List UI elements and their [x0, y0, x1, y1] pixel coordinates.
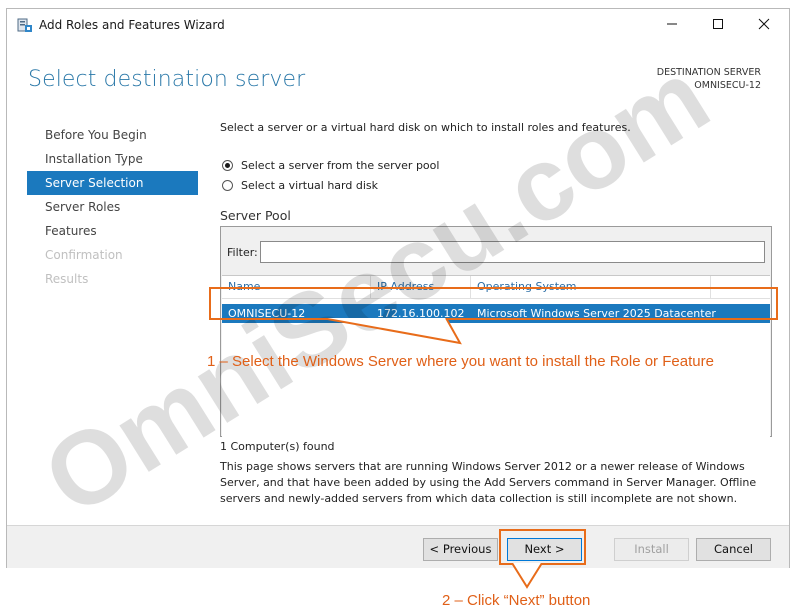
- close-icon: [758, 15, 770, 34]
- title-bar[interactable]: Add Roles and Features Wizard: [7, 9, 789, 41]
- filter-label: Filter:: [227, 246, 258, 259]
- destination-server-value: OMNISECU-12: [694, 80, 761, 91]
- nav-item-installation-type[interactable]: Installation Type: [27, 147, 198, 171]
- destination-server-label: DESTINATION SERVER: [656, 67, 761, 78]
- cancel-button[interactable]: Cancel: [696, 538, 771, 561]
- next-button[interactable]: Next >: [507, 538, 582, 561]
- grid-header: Name IP Address Operating System: [222, 276, 770, 299]
- close-button[interactable]: [741, 9, 787, 40]
- radio-unchecked-icon: [222, 179, 233, 191]
- description-text: This page shows servers that are running…: [220, 460, 757, 505]
- wizard-window: Add Roles and Features Wizard Select des…: [6, 8, 790, 568]
- window-title: Add Roles and Features Wizard: [39, 18, 225, 32]
- nav-item-features[interactable]: Features: [27, 219, 198, 243]
- column-header-ip-address[interactable]: IP Address: [371, 276, 471, 298]
- cell-ip-address: 172.16.100.102: [377, 307, 465, 320]
- radio-server-pool[interactable]: Select a server from the server pool: [222, 157, 439, 173]
- destination-server-info: DESTINATION SERVER OMNISECU-12: [657, 66, 761, 92]
- intro-text: Select a server or a virtual hard disk o…: [220, 121, 631, 134]
- annotation-step2: 2 – Click “Next” button: [442, 592, 591, 609]
- server-pool-title: Server Pool: [220, 208, 291, 223]
- nav-item-results: Results: [45, 272, 89, 286]
- minimize-button[interactable]: [649, 9, 695, 40]
- radio-virtual-hard-disk[interactable]: Select a virtual hard disk: [222, 177, 378, 193]
- nav-item-confirmation: Confirmation: [45, 248, 123, 262]
- maximize-icon: [712, 15, 724, 34]
- maximize-button[interactable]: [695, 9, 741, 40]
- nav-item-server-selection[interactable]: Server Selection: [27, 171, 198, 195]
- radio-server-pool-label: Select a server from the server pool: [241, 158, 440, 172]
- cell-server-name: OMNISECU-12: [228, 307, 306, 320]
- page-title: Select destination server: [28, 67, 306, 92]
- computers-found-count: 1 Computer(s) found: [220, 440, 335, 453]
- server-pool-panel: Filter: Name IP Address Operating System…: [220, 226, 772, 437]
- radio-checked-icon: [222, 159, 233, 171]
- annotation-step1: 1 – Select the Windows Server where you …: [207, 353, 714, 370]
- nav-item-server-roles[interactable]: Server Roles: [27, 195, 198, 219]
- previous-button[interactable]: < Previous: [423, 538, 498, 561]
- radio-virtual-hard-disk-label: Select a virtual hard disk: [241, 178, 378, 192]
- install-button: Install: [614, 538, 689, 561]
- column-header-operating-system[interactable]: Operating System: [471, 276, 711, 298]
- server-manager-icon: [17, 17, 33, 33]
- wizard-footer: < Previous Next > Install Cancel: [7, 525, 789, 568]
- table-row[interactable]: OMNISECU-12 172.16.100.102 Microsoft Win…: [222, 304, 770, 323]
- wizard-steps-nav: Before You Begin Installation Type Serve…: [27, 123, 198, 291]
- minimize-icon: [666, 15, 678, 34]
- nav-item-before-you-begin[interactable]: Before You Begin: [27, 123, 198, 147]
- filter-input[interactable]: [260, 241, 765, 263]
- column-header-name[interactable]: Name: [222, 276, 371, 298]
- cell-operating-system: Microsoft Windows Server 2025 Datacenter: [477, 307, 716, 320]
